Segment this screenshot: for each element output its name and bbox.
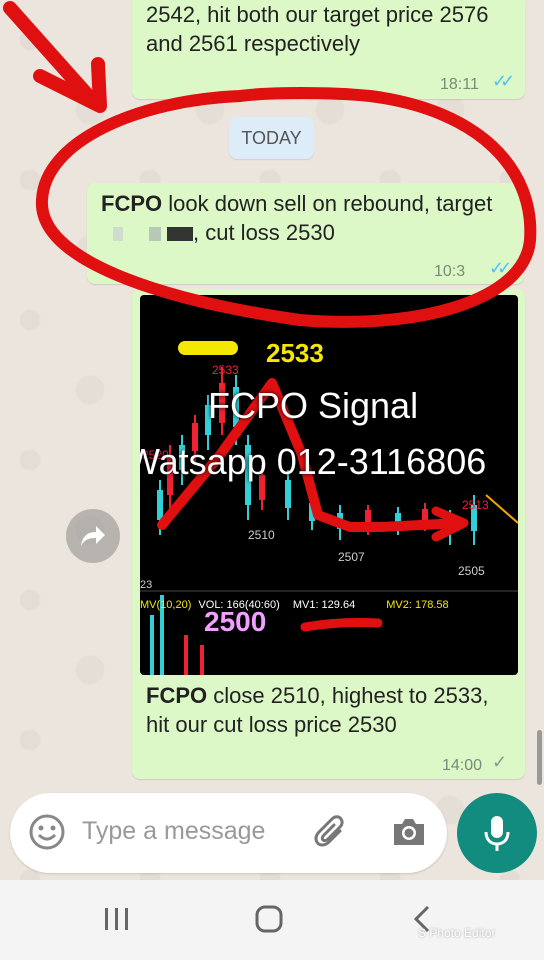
caption-symbol: FCPO xyxy=(146,683,208,708)
system-navigation-bar: S Photo Editor xyxy=(0,880,544,960)
message-caption: FCPO close 2510, highest to 2533, hit ou… xyxy=(146,681,516,739)
mic-button[interactable] xyxy=(457,793,537,873)
attach-icon xyxy=(314,815,344,847)
redacted-value xyxy=(101,227,193,242)
emoji-button[interactable] xyxy=(28,813,66,856)
home-button[interactable] xyxy=(254,904,284,939)
highlight-marker xyxy=(178,341,238,355)
promo-contact: Watsapp 012-3116806 xyxy=(140,441,487,482)
annotation-dash xyxy=(300,618,383,632)
price-label: 2513 xyxy=(462,498,489,512)
message-symbol: FCPO xyxy=(101,191,163,216)
read-ticks-icon: ✓✓ xyxy=(492,71,515,91)
forward-icon xyxy=(81,526,105,546)
read-ticks-icon: ✓✓ xyxy=(489,258,512,278)
editor-watermark: S Photo Editor xyxy=(418,926,496,940)
message-input-bar[interactable]: Type a message xyxy=(10,793,447,873)
camera-icon xyxy=(394,819,424,845)
mic-icon xyxy=(484,816,510,851)
recents-button[interactable] xyxy=(102,904,132,939)
message-body: look down sell on rebound, target xyxy=(162,191,493,216)
forward-button[interactable] xyxy=(66,509,120,563)
message-bubble-1[interactable]: 2542, hit both our target price 2576 and… xyxy=(132,0,525,99)
price-label: 2505 xyxy=(458,564,485,578)
mv-label: MV(10,20) xyxy=(140,599,192,611)
message-body-end: , cut loss 2530 xyxy=(193,220,335,245)
scrollbar[interactable] xyxy=(537,730,542,785)
promo-title: FCPO Signal xyxy=(208,385,419,426)
attach-button[interactable] xyxy=(312,813,352,858)
home-icon xyxy=(255,905,283,933)
price-label: 2507 xyxy=(338,550,365,564)
message-time: 14:00 xyxy=(442,757,483,774)
price-big-label: 2533 xyxy=(266,338,324,368)
camera-button[interactable] xyxy=(390,813,428,856)
volume-bar xyxy=(150,615,154,675)
message-bubble-2[interactable]: FCPO look down sell on rebound, target ,… xyxy=(87,183,524,284)
volume-legend: MV(10,20) VOL: 166(40:60) MV1: 129.64 MV… xyxy=(140,591,518,620)
message-bubble-3[interactable]: 2533 2533 2520 2510 2507 2505 2513 23 FC… xyxy=(132,289,525,779)
message-time: 10:3 xyxy=(434,263,466,280)
mv2-label: MV2: 178.58 xyxy=(386,599,449,611)
volume-bar xyxy=(184,635,188,675)
chart-image[interactable]: 2533 2533 2520 2510 2507 2505 2513 23 FC… xyxy=(140,295,518,675)
sent-tick-icon: ✓ xyxy=(492,752,507,772)
recents-icon xyxy=(105,908,128,930)
date-separator: TODAY xyxy=(229,117,314,159)
message-input[interactable]: Type a message xyxy=(82,817,265,846)
message-time: 18:11 xyxy=(440,76,479,93)
message-text: 2542, hit both our target price 2576 and… xyxy=(146,2,489,56)
price-label: 2533 xyxy=(212,363,239,377)
volume-bar xyxy=(200,645,204,675)
emoji-icon xyxy=(29,814,65,850)
price-label: 2510 xyxy=(248,528,275,542)
volume-big-label: 2500 xyxy=(204,606,267,637)
message-text: FCPO look down sell on rebound, target ,… xyxy=(101,189,511,247)
mv1-label: MV1: 129.64 xyxy=(292,599,356,611)
